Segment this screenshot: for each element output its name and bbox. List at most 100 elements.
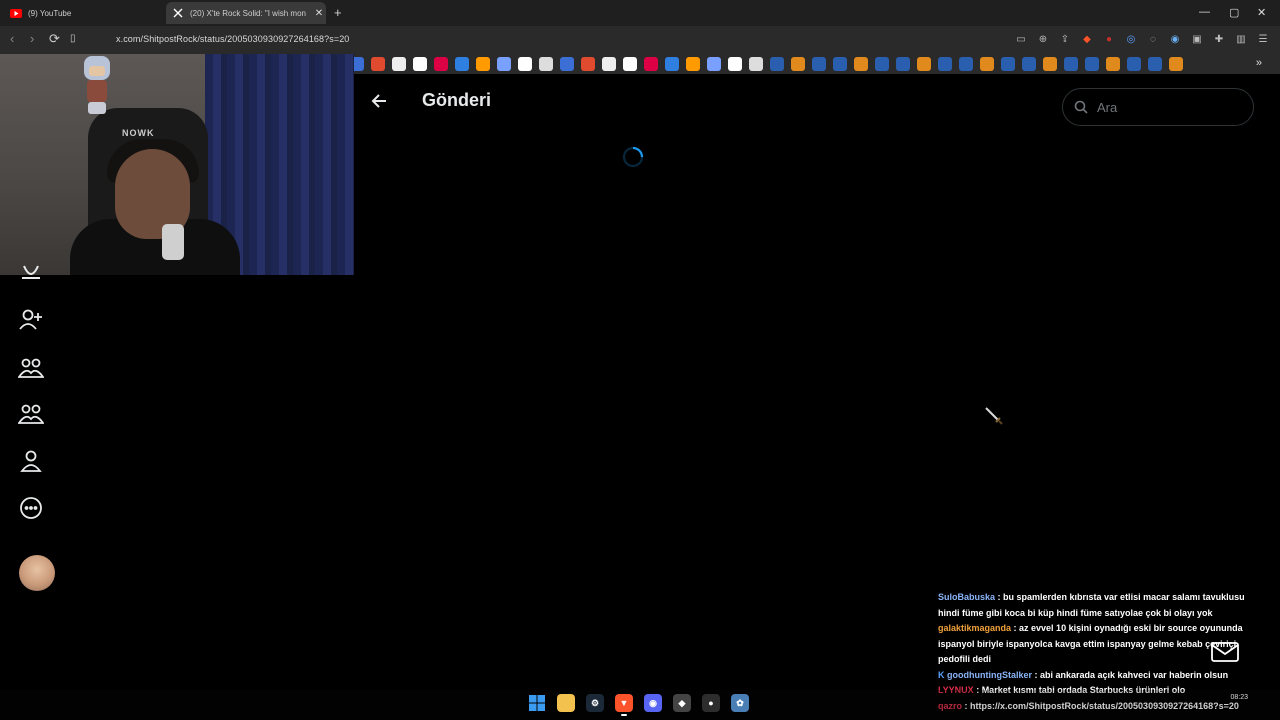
- search-icon: [1074, 100, 1088, 114]
- bookmark-favicon-icon[interactable]: [959, 57, 973, 71]
- bookmark-favicon-icon[interactable]: [1022, 57, 1036, 71]
- system-clock: 08:23: [1230, 694, 1248, 701]
- zoom-icon[interactable]: ⊕: [1036, 32, 1050, 46]
- bookmark-favicon-icon[interactable]: [1127, 57, 1141, 71]
- bookmark-favicon-icon[interactable]: [917, 57, 931, 71]
- maximize-button[interactable]: ▢: [1229, 6, 1239, 19]
- bookmark-favicon-icon[interactable]: [602, 57, 616, 71]
- address-bar[interactable]: x.com/ShitpostRock/status/20050309309272…: [116, 34, 349, 44]
- bookmark-favicon-icon[interactable]: [749, 57, 763, 71]
- bookmark-favicon-icon[interactable]: [1085, 57, 1099, 71]
- ublock-icon[interactable]: ●: [1102, 32, 1116, 46]
- chat-badge: K: [938, 669, 945, 680]
- extension-icon[interactable]: ◉: [1168, 32, 1182, 46]
- tab-youtube[interactable]: (9) YouTube: [4, 2, 164, 24]
- brave-shield-icon[interactable]: ◆: [1080, 32, 1094, 46]
- sidebar-toggle-icon[interactable]: ▥: [1234, 32, 1248, 46]
- menu-icon[interactable]: ☰: [1256, 32, 1270, 46]
- windows-start-icon[interactable]: [528, 694, 546, 712]
- bookmark-favicon-icon[interactable]: [875, 57, 889, 71]
- chat-text: abi ankarada açık kahveci var haberin ol…: [1040, 669, 1229, 680]
- chair-logo: NOWK: [122, 128, 155, 138]
- bookmark-favicon-icon[interactable]: [812, 57, 826, 71]
- tab-x-post[interactable]: (20) X'te Rock Solid: "I wish mon ✕: [166, 2, 326, 24]
- loading-spinner: [622, 146, 644, 168]
- bookmark-favicon-icon[interactable]: [560, 57, 574, 71]
- app-icon[interactable]: ◆: [673, 694, 691, 712]
- new-tab-button[interactable]: +: [334, 5, 342, 20]
- bookmark-favicon-icon[interactable]: [686, 57, 700, 71]
- premium-icon[interactable]: [17, 401, 45, 427]
- bookmark-favicon-icon[interactable]: [434, 57, 448, 71]
- reload-icon[interactable]: ⟳: [49, 31, 60, 47]
- forward-nav-icon[interactable]: ›: [30, 31, 34, 46]
- close-tab-icon[interactable]: ✕: [312, 8, 326, 19]
- bookmark-favicon-icon[interactable]: [791, 57, 805, 71]
- extensions-puzzle-icon[interactable]: ✚: [1212, 32, 1226, 46]
- bookmark-favicon-icon[interactable]: [497, 57, 511, 71]
- bookmark-favicon-icon[interactable]: [644, 57, 658, 71]
- minimize-button[interactable]: —: [1199, 6, 1210, 18]
- profile-icon[interactable]: [18, 448, 44, 474]
- bookmark-favicon-icon[interactable]: [392, 57, 406, 71]
- bookmark-favicon-icon[interactable]: [539, 57, 553, 71]
- extension-icon[interactable]: ◌: [1146, 32, 1160, 46]
- bookmark-favicon-icon[interactable]: [1169, 57, 1183, 71]
- bookmark-favicon-icon[interactable]: [770, 57, 784, 71]
- chat-username: galaktikmaganda: [938, 623, 1012, 633]
- page-title: Gönderi: [422, 90, 492, 110]
- bookmark-favicon-icon[interactable]: [455, 57, 469, 71]
- bookmark-favicon-icon[interactable]: [938, 57, 952, 71]
- more-icon[interactable]: [18, 495, 44, 521]
- bookmark-icon[interactable]: ▯: [70, 33, 76, 44]
- account-avatar[interactable]: [19, 555, 55, 591]
- steam-icon[interactable]: ⚙: [586, 694, 604, 712]
- close-window-button[interactable]: ✕: [1257, 6, 1266, 19]
- app2-icon[interactable]: ✿: [731, 694, 749, 712]
- bookmark-favicon-icon[interactable]: [707, 57, 721, 71]
- search-input[interactable]: [1095, 98, 1239, 116]
- obs-icon[interactable]: ●: [702, 694, 720, 712]
- chat-username: goodhuntingStalker: [947, 669, 1033, 680]
- bookmark-favicon-icon[interactable]: [371, 57, 385, 71]
- bookmark-favicon-icon[interactable]: [854, 57, 868, 71]
- search-box[interactable]: [1062, 88, 1254, 126]
- back-nav-icon[interactable]: ‹: [10, 31, 14, 46]
- file-explorer-icon[interactable]: [557, 694, 575, 712]
- messages-mail-icon[interactable]: [1210, 640, 1240, 664]
- bookmark-favicon-icon[interactable]: [833, 57, 847, 71]
- chat-message: SuloBabuska : bu spamlerden kıbrısta var…: [938, 592, 1245, 618]
- bookmark-favicon-icon[interactable]: [581, 57, 595, 71]
- bookmark-favicon-icon[interactable]: [1043, 57, 1057, 71]
- notifications-icon[interactable]: [18, 264, 44, 284]
- bookmark-favicon-icon[interactable]: [1064, 57, 1078, 71]
- bookmark-favicon-icon[interactable]: [518, 57, 532, 71]
- share-icon[interactable]: ⇪: [1058, 32, 1072, 46]
- youtube-icon: [10, 7, 22, 19]
- chat-username: SuloBabuska: [938, 592, 996, 602]
- bookmark-favicon-icon[interactable]: [1106, 57, 1120, 71]
- bookmark-favicon-icon[interactable]: [896, 57, 910, 71]
- microphone: [162, 224, 184, 260]
- bookmark-favicon-icon[interactable]: [728, 57, 742, 71]
- communities-icon[interactable]: [17, 355, 45, 381]
- cast-icon[interactable]: ▭: [1014, 32, 1028, 46]
- discord-icon[interactable]: ◉: [644, 694, 662, 712]
- extension-icon[interactable]: ▣: [1190, 32, 1204, 46]
- more-bookmarks-icon[interactable]: »: [1256, 57, 1262, 69]
- bookmark-favicon-icon[interactable]: [623, 57, 637, 71]
- sword-cursor-icon: [984, 406, 1004, 426]
- webcam-overlay: NOWK: [0, 54, 354, 275]
- bookmark-favicon-icon[interactable]: [980, 57, 994, 71]
- taskbar-apps: ⚙ ▼ ◉ ◆ ● ✿: [528, 694, 749, 716]
- bookmark-favicon-icon[interactable]: [413, 57, 427, 71]
- brave-icon[interactable]: ▼: [615, 694, 633, 716]
- back-arrow-icon[interactable]: [370, 91, 390, 111]
- follow-icon[interactable]: [18, 307, 44, 333]
- bookmark-favicon-icon[interactable]: [665, 57, 679, 71]
- bookmark-favicon-icon[interactable]: [1148, 57, 1162, 71]
- extension-icon[interactable]: ◎: [1124, 32, 1138, 46]
- bookmark-favicon-icon[interactable]: [476, 57, 490, 71]
- browser-tab-bar: (9) YouTube (20) X'te Rock Solid: "I wis…: [0, 0, 1280, 26]
- bookmark-favicon-icon[interactable]: [1001, 57, 1015, 71]
